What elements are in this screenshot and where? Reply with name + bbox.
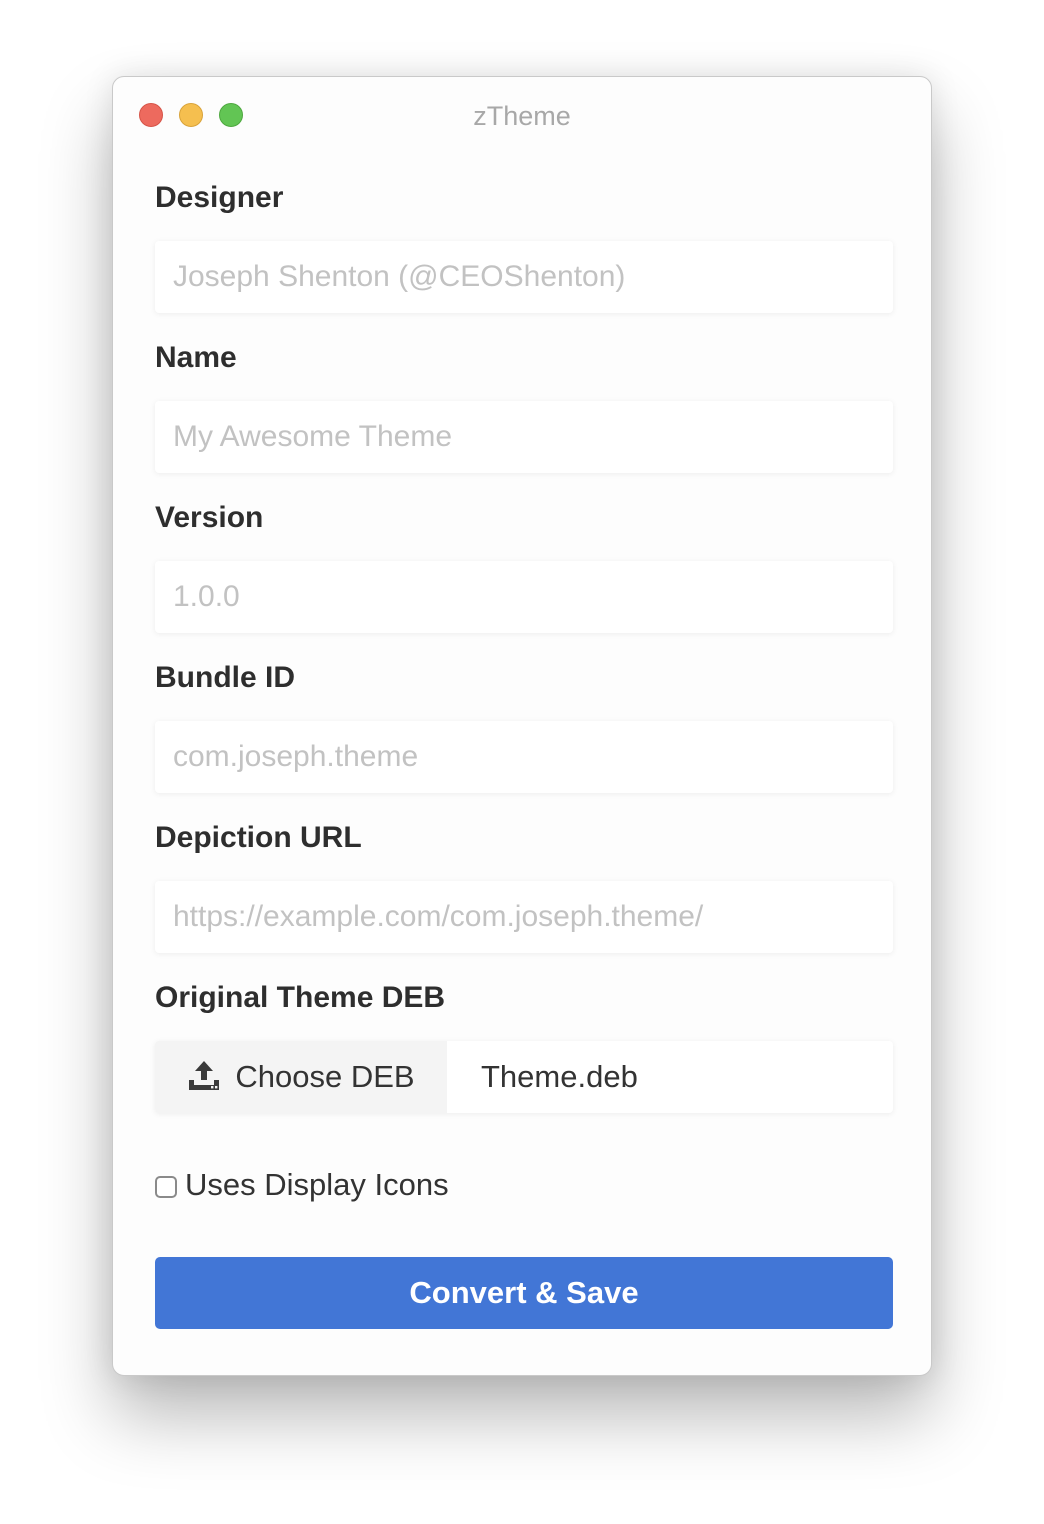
file-picker: Choose DEB Theme.deb	[155, 1041, 893, 1113]
app-window: zTheme Designer Name Version Bundle ID D…	[112, 76, 932, 1376]
name-input[interactable]	[155, 401, 893, 473]
designer-label: Designer	[155, 181, 284, 214]
name-label: Name	[155, 341, 237, 374]
window-title: zTheme	[473, 101, 571, 131]
convert-save-button[interactable]: Convert & Save	[155, 1257, 893, 1329]
display-icons-option[interactable]: Uses Display Icons	[155, 1167, 449, 1203]
depiction-url-label: Depiction URL	[155, 821, 362, 854]
choose-deb-label: Choose DEB	[235, 1059, 415, 1094]
original-deb-label: Original Theme DEB	[155, 981, 446, 1014]
choose-deb-button[interactable]: Choose DEB	[155, 1041, 447, 1113]
title-bar[interactable]: zTheme	[113, 77, 931, 155]
upload-icon	[187, 1058, 221, 1097]
display-icons-label[interactable]: Uses Display Icons	[185, 1167, 449, 1203]
selected-file-name: Theme.deb	[481, 1059, 638, 1094]
bundle-id-input[interactable]	[155, 721, 893, 793]
depiction-url-input[interactable]	[155, 881, 893, 953]
bundle-id-label: Bundle ID	[155, 661, 295, 694]
version-input[interactable]	[155, 561, 893, 633]
display-icons-checkbox[interactable]	[155, 1176, 177, 1198]
designer-input[interactable]	[155, 241, 893, 313]
version-label: Version	[155, 501, 264, 534]
